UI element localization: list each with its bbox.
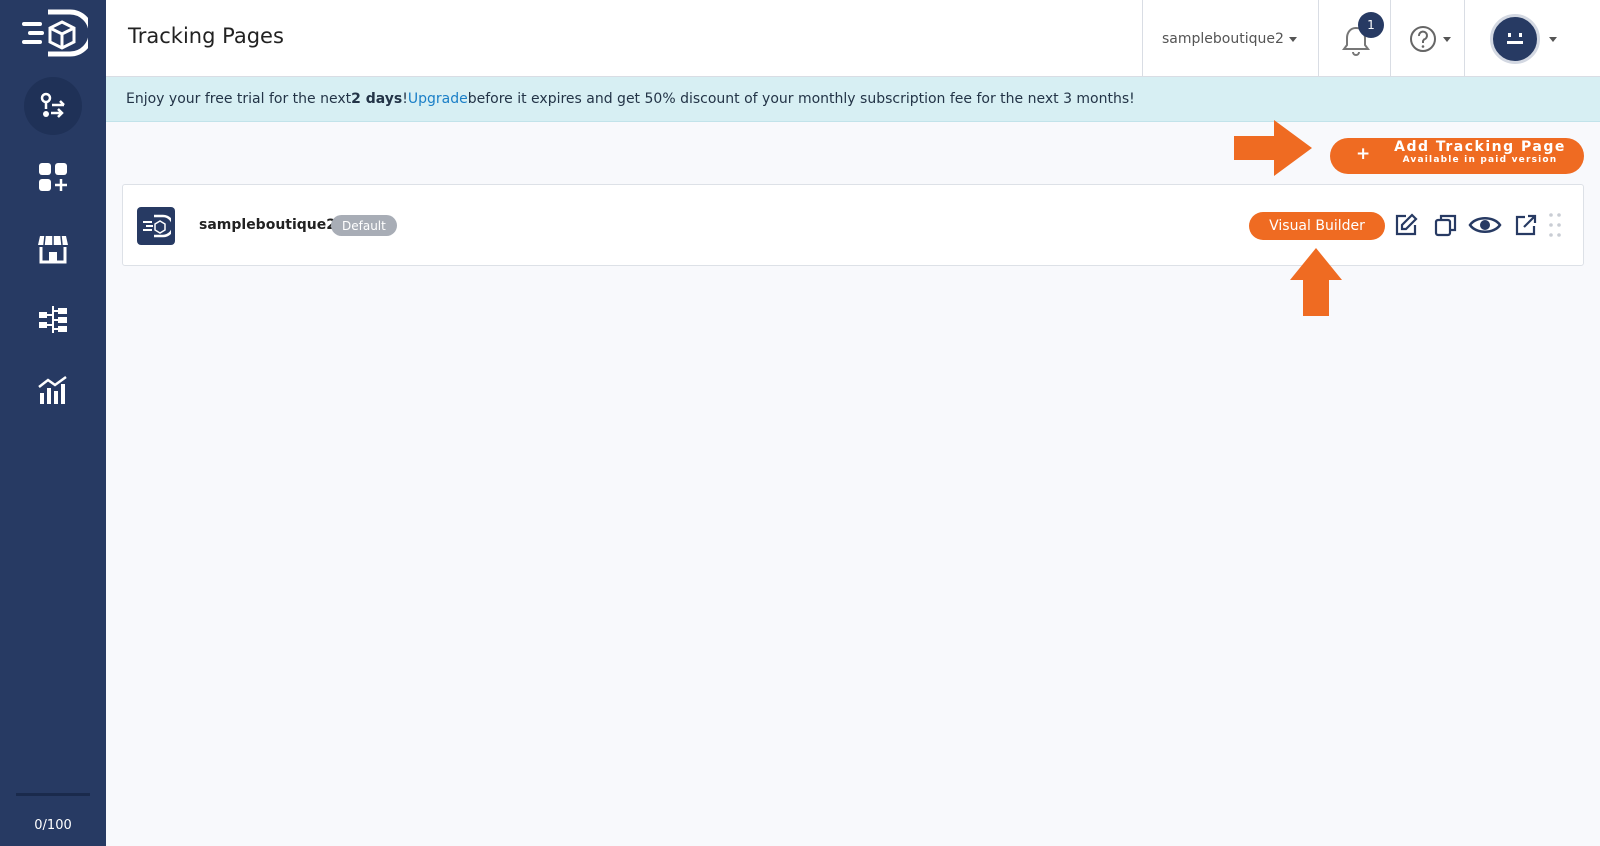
- avatar: [1490, 14, 1540, 64]
- add-button-label: Add Tracking Page: [1394, 139, 1566, 155]
- tracking-page-name: sampleboutique2: [199, 217, 337, 233]
- page-title: Tracking Pages: [128, 24, 284, 48]
- upgrade-link[interactable]: Upgrade: [408, 91, 468, 107]
- header-divider: [1318, 0, 1319, 77]
- preview-button[interactable]: [1467, 210, 1503, 240]
- visual-builder-button[interactable]: Visual Builder: [1249, 212, 1385, 240]
- tracking-page-card: sampleboutique2 Default Visual Builder: [122, 184, 1584, 266]
- banner-text-after: before it expires and get 50% discount o…: [467, 91, 1135, 107]
- sidebar-item-analytics[interactable]: [24, 361, 82, 419]
- trial-banner: Enjoy your free trial for the next 2 day…: [106, 77, 1600, 122]
- logo-icon: [143, 214, 171, 238]
- plus-icon: +: [1356, 144, 1371, 164]
- usage-divider: [16, 793, 90, 796]
- user-face-icon: [1507, 33, 1523, 44]
- header-divider: [1390, 0, 1391, 77]
- add-button-sublabel: Available in paid version: [1402, 155, 1558, 165]
- sidebar-item-store[interactable]: [24, 219, 82, 277]
- add-tracking-page-button[interactable]: + Add Tracking Page Available in paid ve…: [1330, 138, 1584, 174]
- usage-count: 0/100: [34, 818, 72, 833]
- shipments-icon: [40, 92, 65, 118]
- drag-handle[interactable]: [1547, 211, 1563, 239]
- sidebar-item-shipments[interactable]: [24, 77, 82, 135]
- store-name: sampleboutique2: [1162, 31, 1284, 47]
- header-divider: [1142, 0, 1143, 77]
- arrow-right-icon: [1234, 120, 1312, 176]
- top-header: Tracking Pages sampleboutique2 1: [106, 0, 1600, 77]
- duplicate-button[interactable]: [1431, 210, 1461, 240]
- arrow-up-icon: [1290, 248, 1342, 316]
- chevron-down-icon: [1443, 36, 1451, 42]
- add-apps-icon: [39, 163, 67, 191]
- drag-dots-icon: [1549, 213, 1561, 237]
- sidebar-item-apps[interactable]: [24, 148, 82, 206]
- analytics-icon: [38, 375, 67, 404]
- banner-text: Enjoy your free trial for the next: [126, 91, 352, 107]
- tracking-page-logo: [137, 207, 175, 245]
- banner-days: 2 days: [351, 91, 403, 107]
- logo-icon: [22, 9, 94, 57]
- edit-button[interactable]: [1391, 210, 1421, 240]
- eye-icon: [1468, 217, 1502, 233]
- user-menu[interactable]: [1490, 13, 1560, 65]
- edit-icon: [1395, 213, 1418, 236]
- help-menu[interactable]: [1408, 24, 1458, 54]
- chevron-down-icon: [1288, 36, 1297, 42]
- sidebar-item-workflow[interactable]: [24, 290, 82, 348]
- app-logo[interactable]: [18, 8, 94, 58]
- copy-icon: [1434, 214, 1457, 237]
- help-icon: [1410, 26, 1436, 52]
- external-link-icon: [1515, 214, 1537, 236]
- chevron-down-icon: [1549, 36, 1557, 42]
- default-badge: Default: [331, 215, 397, 236]
- store-selector[interactable]: sampleboutique2: [1162, 28, 1298, 50]
- sidebar: 0/100: [0, 0, 106, 846]
- notification-badge: 1: [1358, 12, 1384, 38]
- open-external-button[interactable]: [1511, 210, 1541, 240]
- workflow-icon: [39, 306, 67, 333]
- store-icon: [38, 235, 68, 264]
- header-divider: [1464, 0, 1465, 77]
